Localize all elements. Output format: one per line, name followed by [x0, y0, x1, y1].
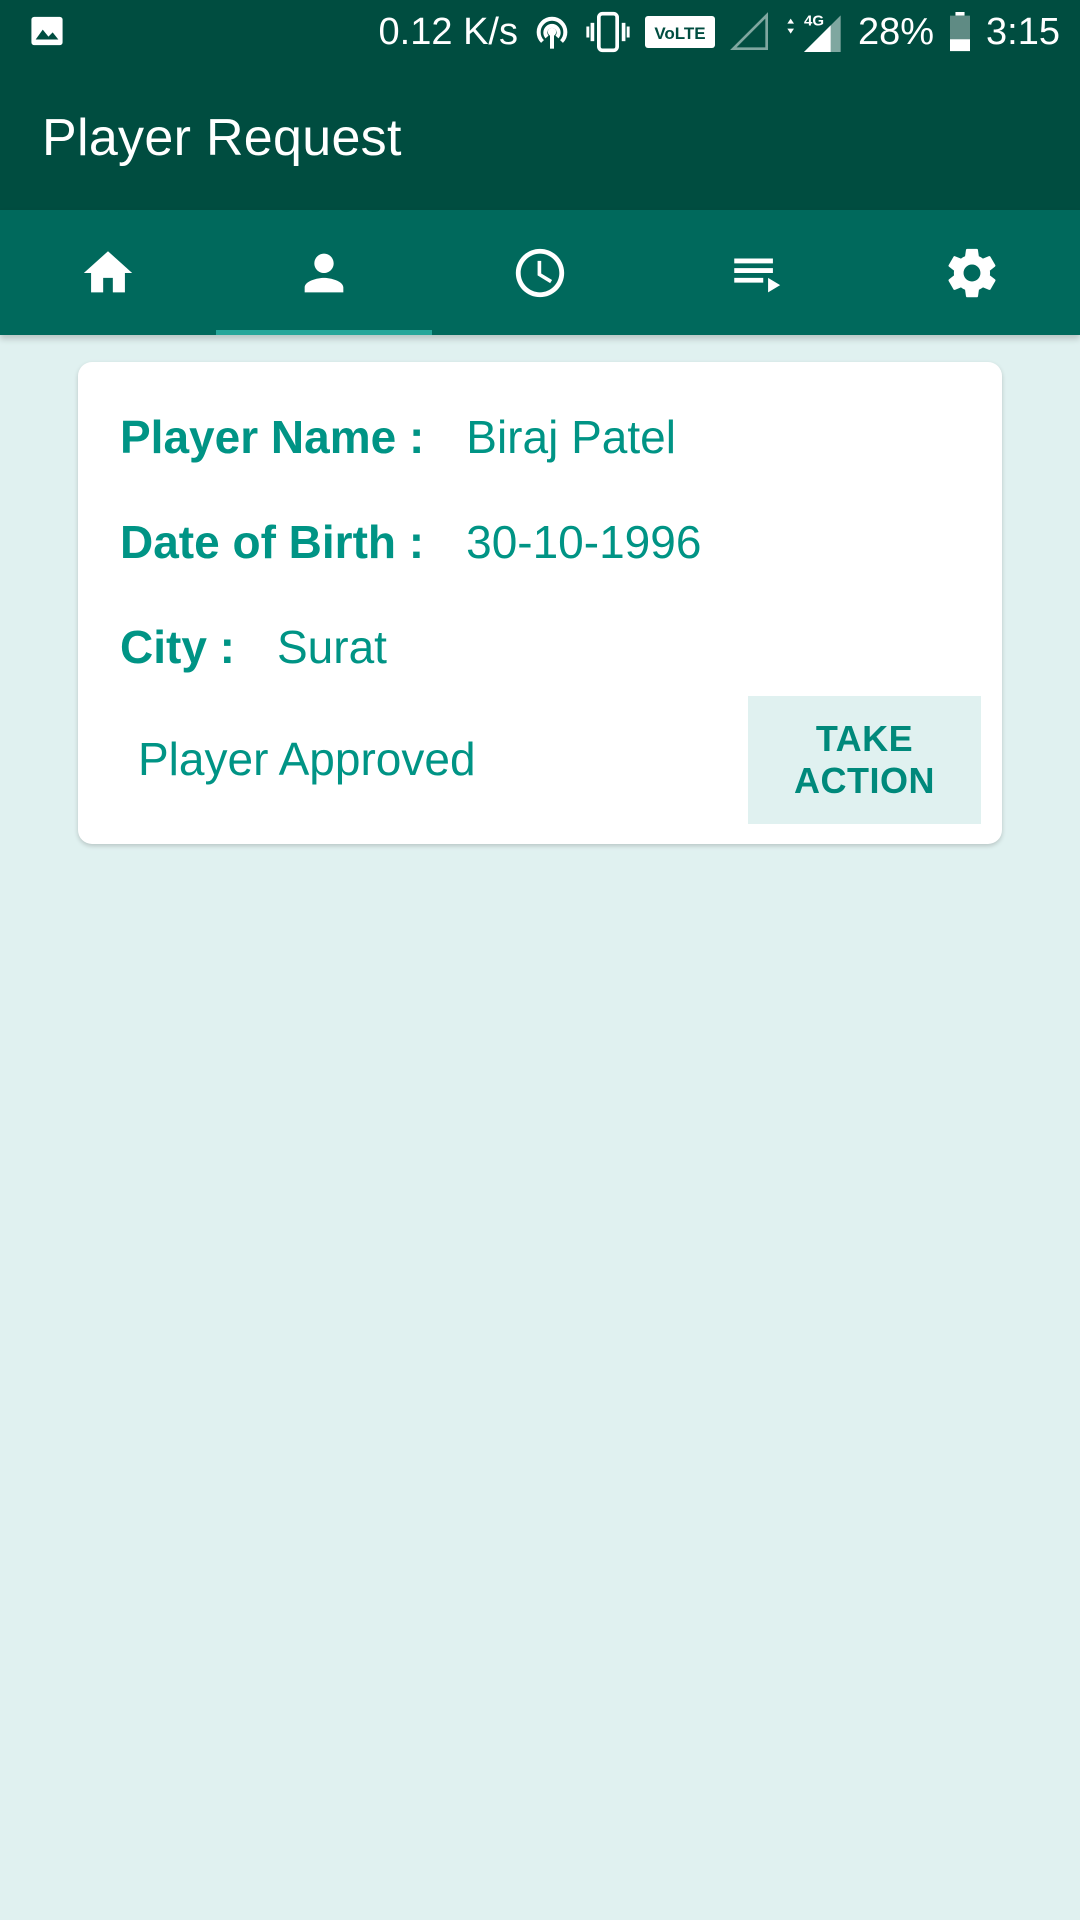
status-icons: 0.12 K/s VoLTE 4G 28% 3:15: [379, 0, 1060, 64]
clock-icon: [515, 248, 565, 297]
page-title: Player Request: [42, 109, 402, 167]
tab-history[interactable]: [432, 210, 648, 335]
vibrate-icon: [586, 11, 630, 53]
city-value: Surat: [277, 621, 387, 673]
gallery-icon: [31, 16, 63, 46]
city-label: City :: [120, 621, 235, 673]
status-bar: 0.12 K/s VoLTE 4G 28% 3:15: [0, 0, 1080, 64]
screen: 0.12 K/s VoLTE 4G 28% 3:15 Player Reques…: [0, 0, 1080, 1920]
volte-icon: VoLTE: [644, 16, 715, 48]
player-name-row: Player Name : Biraj Patel: [120, 410, 676, 464]
no-signal-icon: [730, 12, 768, 50]
dob-row: Date of Birth : 30-10-1996: [120, 515, 701, 569]
app-bar: Player Request: [0, 64, 1080, 210]
player-status: Player Approved: [138, 733, 476, 785]
player-card: Player Name : Biraj Patel Date of Birth …: [78, 362, 1002, 844]
battery-icon: [950, 12, 971, 52]
tab-home[interactable]: [0, 210, 216, 335]
take-action-button[interactable]: TAKE ACTION: [748, 696, 981, 824]
gear-icon: [948, 248, 996, 297]
4g-signal-icon: 4G: [787, 12, 841, 52]
dob-value: 30-10-1996: [466, 516, 702, 568]
svg-text:VoLTE: VoLTE: [654, 24, 705, 43]
net-speed: 0.12 K/s: [378, 10, 518, 53]
svg-text:4G: 4G: [804, 12, 824, 29]
tab-settings[interactable]: [864, 210, 1080, 335]
home-icon: [83, 250, 133, 292]
playlist-icon: [734, 258, 781, 292]
city-row: City : Surat: [120, 620, 387, 674]
hotspot-icon: [536, 16, 568, 49]
person-icon: [304, 253, 344, 292]
dob-label: Date of Birth :: [120, 516, 425, 568]
player-name-label: Player Name :: [120, 411, 425, 463]
player-name-value: Biraj Patel: [466, 411, 676, 463]
battery-percent: 28%: [857, 10, 935, 53]
tab-player[interactable]: [216, 210, 432, 335]
clock-time: 3:15: [986, 10, 1060, 53]
tab-bar: [0, 210, 1080, 335]
tab-list[interactable]: [648, 210, 864, 335]
